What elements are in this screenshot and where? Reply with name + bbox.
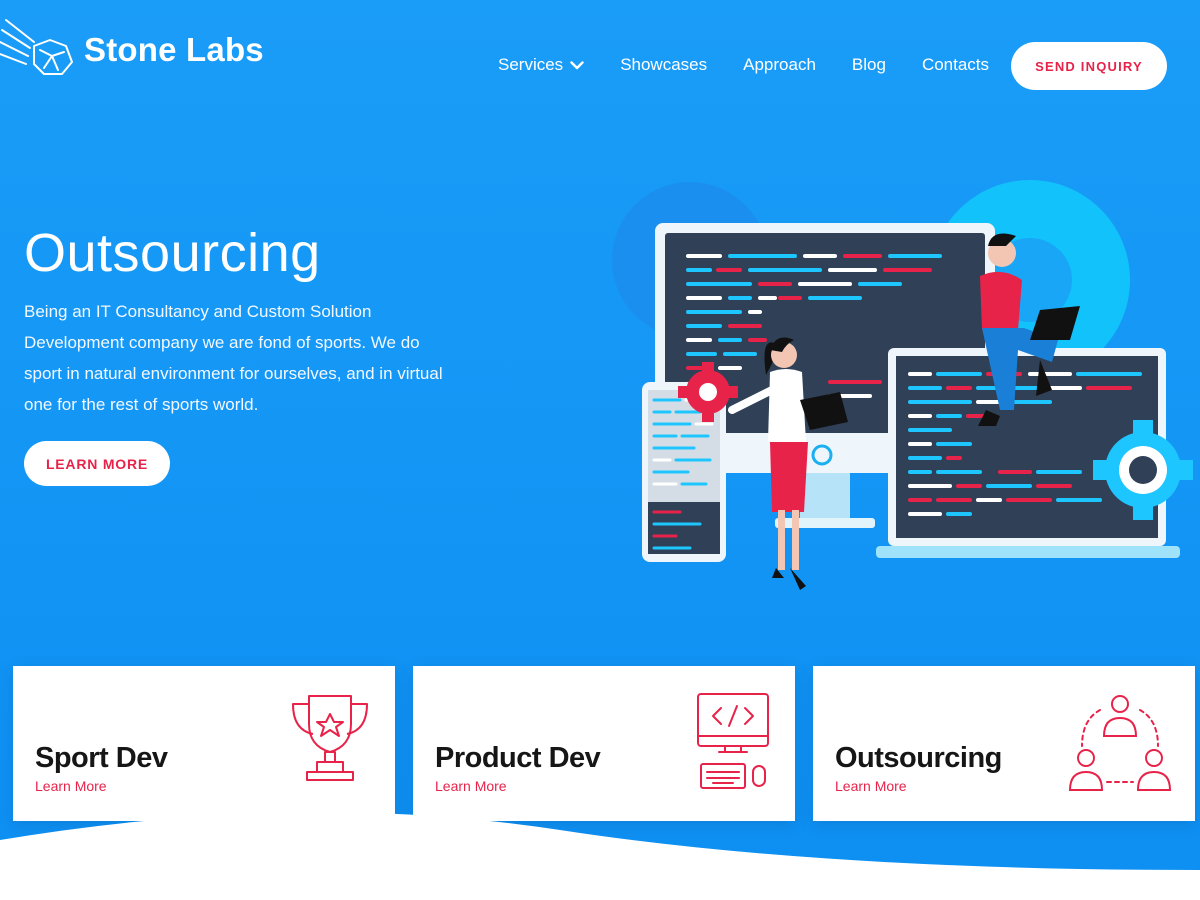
card-title: Sport Dev	[35, 742, 168, 774]
card-title: Outsourcing	[835, 742, 1002, 774]
card-title: Product Dev	[435, 742, 601, 774]
send-inquiry-button[interactable]: SEND INQUIRY	[1011, 42, 1167, 90]
nav-item-label: Showcases	[620, 55, 708, 74]
nav-item-label: Approach	[743, 55, 816, 74]
hero-illustration	[612, 180, 1193, 590]
nav-item-label: Contacts	[921, 55, 990, 74]
bottom-wave-decoration	[0, 812, 1200, 900]
meteor-stone-icon	[0, 19, 73, 75]
team-network-icon	[1068, 695, 1172, 791]
trophy-icon	[292, 695, 368, 781]
logo[interactable]: Stone Labs	[0, 18, 264, 82]
hero-title: Outsourcing	[24, 223, 321, 283]
nav-item-services[interactable]: Services	[498, 55, 584, 75]
computer-code-icon	[697, 693, 769, 789]
site-header: Stone Labs Services Showcases Approach B…	[0, 0, 1200, 130]
nav-item-label: Blog	[851, 55, 886, 74]
nav-item-approach[interactable]: Approach	[743, 55, 816, 75]
chevron-down-icon	[570, 60, 584, 69]
hero-description: Being an IT Consultancy and Custom Solut…	[24, 302, 443, 414]
nav-item-contacts[interactable]: Contacts	[922, 55, 989, 75]
brand-name: Stone Labs	[84, 31, 264, 68]
learn-more-button[interactable]: LEARN MORE	[24, 441, 170, 486]
nav-item-label: Services	[498, 55, 564, 74]
nav-item-blog[interactable]: Blog	[852, 55, 886, 75]
nav-item-showcases[interactable]: Showcases	[620, 55, 707, 75]
main-nav: Services Showcases Approach Blog Contact…	[498, 55, 989, 75]
